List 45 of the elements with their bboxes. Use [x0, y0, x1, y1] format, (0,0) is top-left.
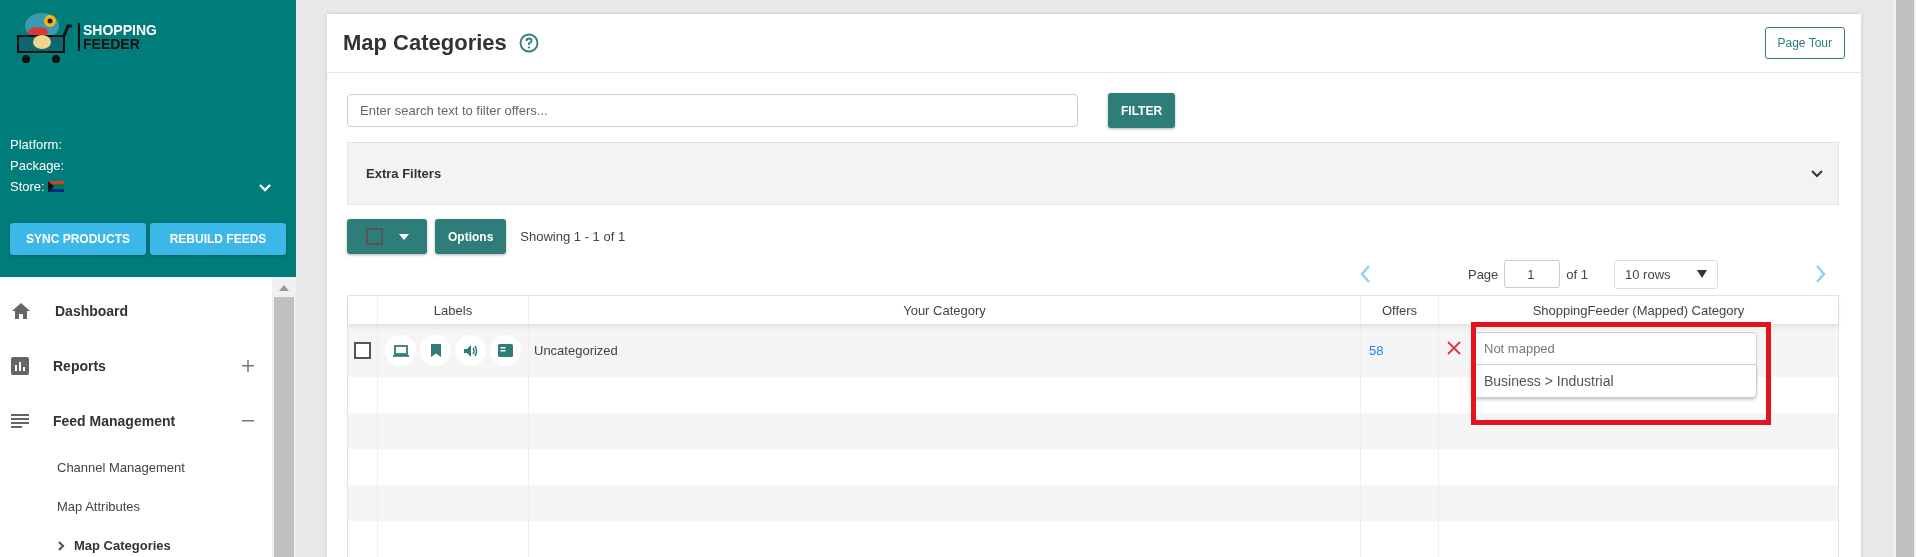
scrollbar[interactable]	[272, 277, 296, 557]
page-total: of 1	[1566, 266, 1589, 282]
page-title: Map Categories	[343, 30, 507, 56]
panel-title: Extra Filters	[366, 166, 442, 181]
list-lines-icon	[11, 413, 29, 428]
filter-button[interactable]: FILTER	[1108, 93, 1176, 128]
caret-icon	[1697, 270, 1708, 278]
close-icon[interactable]	[1447, 341, 1461, 355]
result-count: Showing 1 - 1 of 1	[520, 229, 626, 244]
logo-text: SHOPPING	[83, 23, 157, 37]
card-icon[interactable]	[490, 335, 521, 366]
menu-item[interactable]: Feed Management	[0, 393, 272, 448]
info-label: Package:	[10, 158, 65, 173]
speaker-icon[interactable]	[455, 335, 486, 366]
rows-per-page-select[interactable]: 10 rows	[1614, 259, 1719, 289]
help-icon[interactable]	[518, 33, 539, 53]
chevron-down-icon[interactable]	[1810, 168, 1824, 179]
chevron-right-icon	[57, 539, 65, 552]
submenu-item[interactable]: Map Categories	[0, 526, 272, 557]
info-label: Store:	[10, 179, 45, 194]
submenu-item[interactable]: Map Attributes	[0, 487, 272, 526]
checkbox[interactable]	[365, 228, 383, 245]
info-label: Platform:	[10, 137, 62, 152]
scroll-up-icon[interactable]	[279, 285, 289, 291]
chevron-down-icon[interactable]	[258, 183, 272, 193]
search-field[interactable]: Enter search text to filter offers...	[347, 94, 1078, 127]
flag-icon	[47, 181, 64, 192]
logo-text: FEEDER	[83, 37, 141, 51]
menu-item[interactable]: Dashboard	[0, 283, 272, 338]
scrollbar[interactable]	[1894, 0, 1916, 557]
column-header: ShoppingFeeder (Mapped) Category	[1531, 301, 1746, 320]
extra-filters-panel[interactable]: Extra Filters	[347, 142, 1839, 205]
caret-icon	[398, 233, 409, 240]
submenu-item[interactable]: Channel Management	[0, 448, 272, 487]
plus-icon[interactable]	[242, 359, 254, 372]
page-label: Page	[1467, 266, 1499, 282]
laptop-icon[interactable]	[385, 335, 416, 366]
page-tour-button[interactable]: Page Tour	[1764, 27, 1845, 59]
row-checkbox[interactable]	[354, 342, 371, 359]
home-icon	[11, 301, 31, 320]
options-button[interactable]: Options	[435, 219, 507, 254]
page-number-field[interactable]: 1	[1504, 260, 1561, 288]
bookmark-icon[interactable]	[420, 335, 451, 366]
menu-item[interactable]: Reports	[0, 338, 272, 393]
bar-chart-icon	[11, 356, 29, 375]
